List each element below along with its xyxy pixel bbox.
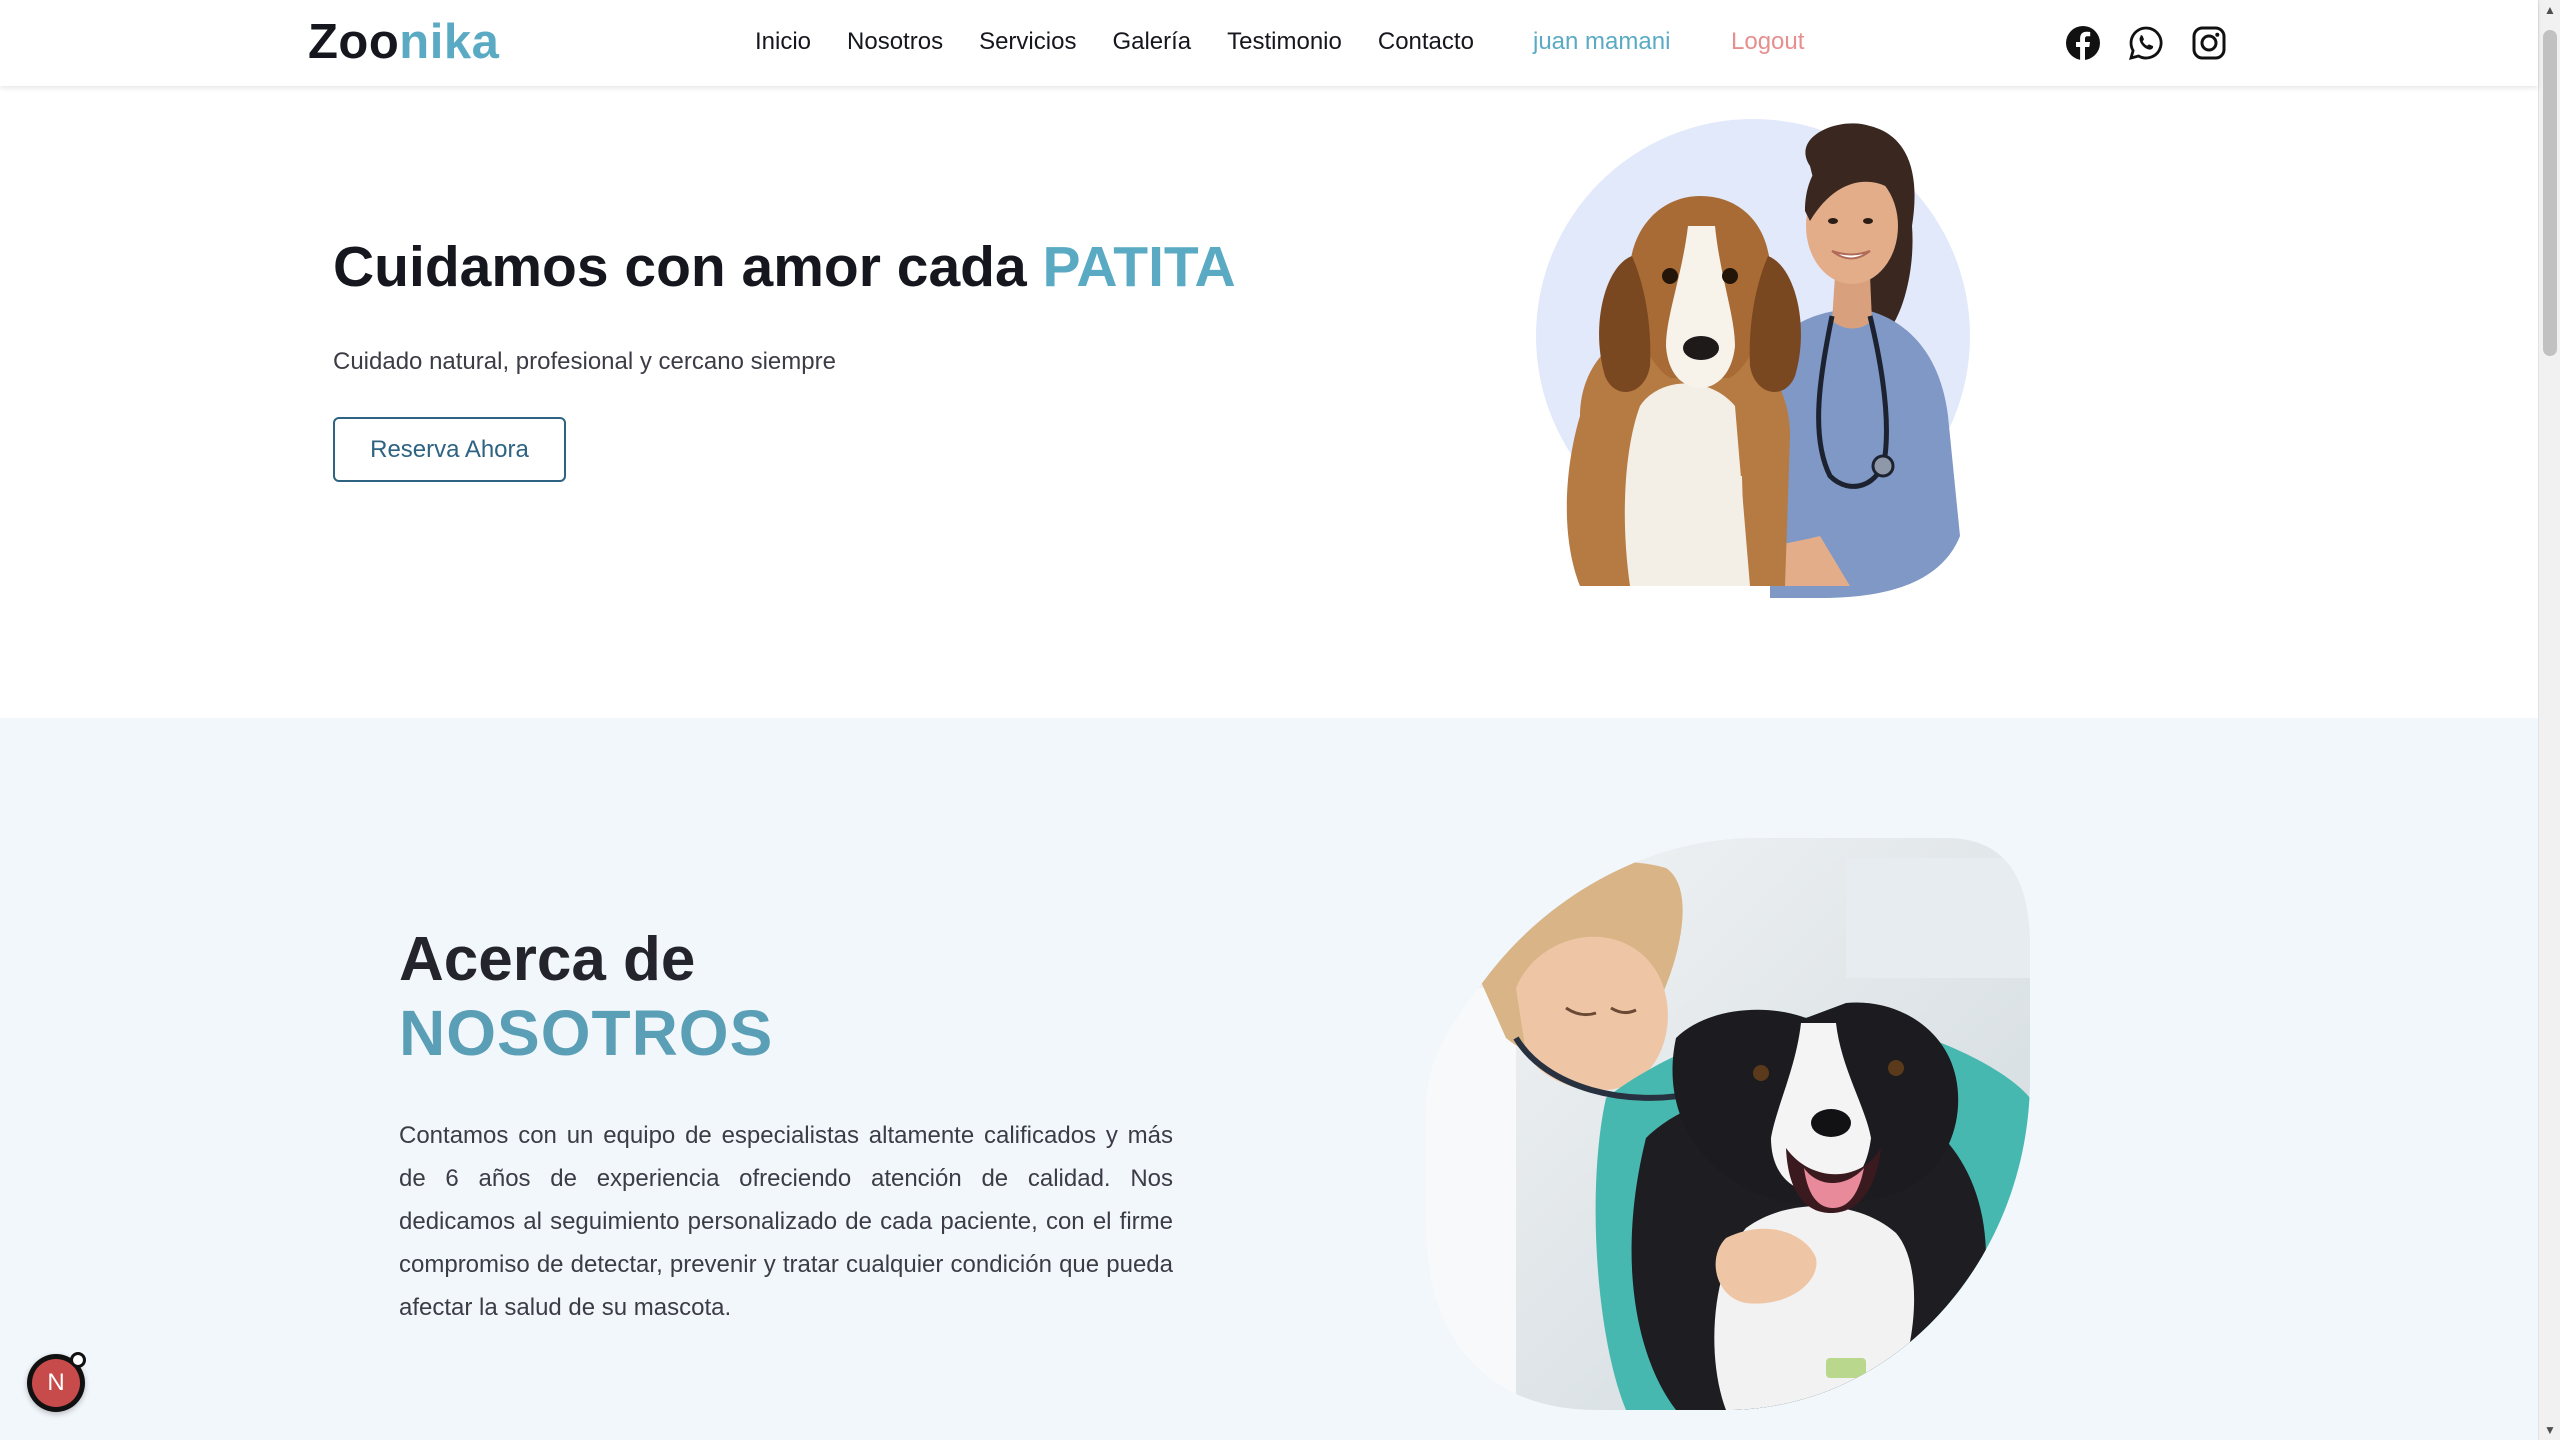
vet-with-dog-image: [1426, 838, 2030, 1410]
vet-with-beagle-image: [1536, 119, 1970, 598]
page-scrollbar[interactable]: ▲ ▼: [2538, 0, 2560, 1440]
hero-title-accent: PATITA: [1042, 235, 1236, 299]
badge-notification-dot: [70, 1352, 86, 1368]
floating-n-badge[interactable]: N: [27, 1352, 86, 1412]
nav-link-contacto[interactable]: Contacto: [1378, 28, 1474, 56]
whatsapp-icon[interactable]: [2128, 25, 2164, 61]
nav-link-galeria[interactable]: Galería: [1112, 28, 1191, 56]
scroll-down-arrow-icon[interactable]: ▼: [2539, 1420, 2560, 1440]
user-name[interactable]: juan mamani: [1533, 28, 1670, 56]
hero-title: Cuidamos con amor cada PATITA: [333, 234, 1236, 300]
hero-subtitle: Cuidado natural, profesional y cercano s…: [333, 348, 836, 375]
scroll-thumb[interactable]: [2543, 30, 2557, 356]
top-navbar: Zoonika Inicio Nosotros Servicios Galerí…: [0, 0, 2538, 86]
nav-link-servicios[interactable]: Servicios: [979, 28, 1076, 56]
facebook-icon[interactable]: [2065, 25, 2101, 61]
brand-logo-part1: Zoo: [308, 15, 400, 69]
about-description: Contamos con un equipo de especialistas …: [399, 1122, 1173, 1321]
brand-logo[interactable]: Zoonika: [308, 14, 499, 70]
hero-title-prefix: Cuidamos con amor cada: [333, 235, 1043, 299]
about-heading-line1: Acerca de: [399, 925, 696, 994]
about-heading-line2: NOSOTROS: [399, 997, 774, 1069]
logout-link[interactable]: Logout: [1731, 28, 1804, 56]
scroll-up-arrow-icon[interactable]: ▲: [2539, 0, 2560, 20]
reserve-button[interactable]: Reserva Ahora: [333, 417, 566, 482]
main-nav: Inicio Nosotros Servicios Galería Testim…: [755, 28, 1510, 56]
nav-link-testimonio[interactable]: Testimonio: [1227, 28, 1342, 56]
instagram-icon[interactable]: [2191, 25, 2227, 61]
brand-logo-part2: nika: [399, 15, 500, 69]
nav-link-nosotros[interactable]: Nosotros: [847, 28, 943, 56]
about-section: Acerca de NOSOTROS Contamos con un equip…: [0, 718, 2538, 1440]
nav-link-inicio[interactable]: Inicio: [755, 28, 811, 56]
hero-section: Cuidamos con amor cada PATITA Cuidado na…: [0, 86, 2538, 718]
